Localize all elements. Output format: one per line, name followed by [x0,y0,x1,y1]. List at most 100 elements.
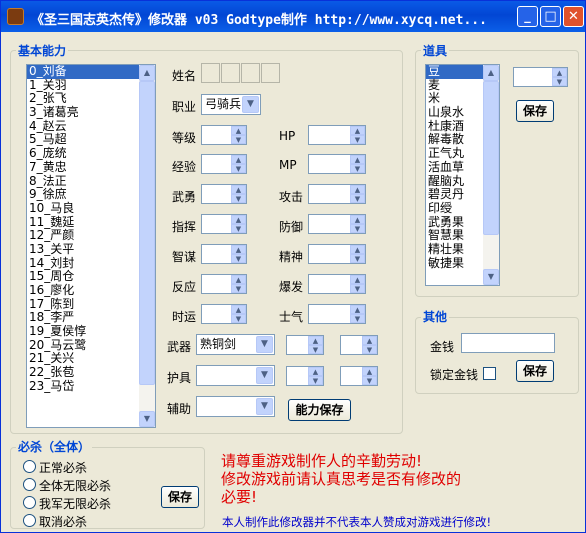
scroll-up-icon[interactable]: ▲ [139,65,155,81]
character-list-item[interactable]: 22_张苞 [27,365,155,380]
minimize-button[interactable]: _ [517,6,538,27]
spin-down-icon[interactable]: ▼ [350,164,365,173]
spin-up-icon[interactable]: ▲ [552,68,567,77]
spin-up-icon[interactable]: ▲ [231,245,246,254]
character-list-item[interactable]: 10_马良 [27,201,155,216]
spin-up-icon[interactable]: ▲ [362,336,377,345]
stat-spinner[interactable]: ▲ ▼ [201,184,247,204]
scroll-down-icon[interactable]: ▼ [483,269,499,285]
character-list[interactable]: 0_刘备 1_关羽 2_张飞 3_诸葛亮 4_赵云 5_马超 6_庞统 7_黄忠 8_法正 9_徐… [26,64,156,428]
spin-up-icon[interactable]: ▲ [231,155,246,164]
item-list[interactable]: 豆麦米山泉水 杜康酒 解毒散 正气丸 活血草 醒脑丸 碧灵丹 印绶 武勇果 智慧果 精壮果 敏捷果 ▲… [425,64,500,286]
character-list-item[interactable]: 13_关平 [27,242,155,257]
equip-spinner[interactable]: ▲ ▼ [340,366,378,386]
spin-up-icon[interactable]: ▲ [350,245,365,254]
character-list-item[interactable]: 3_诸葛亮 [27,105,155,120]
ability-save-button[interactable]: 能力保存 [288,399,351,421]
equip-spinner[interactable]: ▲ ▼ [286,366,324,386]
character-list-item[interactable]: 9_徐庶 [27,187,155,202]
scroll-thumb[interactable] [483,81,499,235]
kill-save-button[interactable]: 保存 [161,486,199,508]
stat-spinner[interactable]: ▲ ▼ [201,304,247,324]
character-list-item[interactable]: 14_刘封 [27,256,155,271]
kill-option-radio[interactable] [23,514,36,527]
stat-spinner[interactable]: ▲ ▼ [201,274,247,294]
close-button[interactable]: ✕ [563,6,584,27]
spin-down-icon[interactable]: ▼ [350,194,365,203]
character-list-item[interactable]: 6_庞统 [27,146,155,161]
stat-spinner[interactable]: ▲ ▼ [201,214,247,234]
stat-spinner[interactable]: ▲ ▼ [201,244,247,264]
spin-down-icon[interactable]: ▼ [350,224,365,233]
spin-down-icon[interactable]: ▼ [231,164,246,173]
character-list-item[interactable]: 0_刘备 [27,65,155,79]
spin-up-icon[interactable]: ▲ [350,275,365,284]
character-list-item[interactable]: 19_夏侯惇 [27,324,155,339]
job-select[interactable]: 弓骑兵 ▼ [201,94,261,115]
chevron-down-icon[interactable]: ▼ [256,398,273,415]
chevron-down-icon[interactable]: ▼ [256,336,273,353]
spin-down-icon[interactable]: ▼ [362,376,377,385]
scroll-down-icon[interactable]: ▼ [139,411,155,427]
spin-down-icon[interactable]: ▼ [350,254,365,263]
spin-down-icon[interactable]: ▼ [308,376,323,385]
other-save-button[interactable]: 保存 [516,360,554,382]
spin-up-icon[interactable]: ▲ [350,305,365,314]
spin-down-icon[interactable]: ▼ [350,314,365,323]
scroll-up-icon[interactable]: ▲ [483,65,499,81]
equip-spinner[interactable]: ▲ ▼ [286,335,324,355]
name-char-4[interactable] [261,63,280,83]
character-list-item[interactable]: 20_马云鹭 [27,338,155,353]
item-list-scrollbar[interactable]: ▲ ▼ [483,65,499,285]
spin-up-icon[interactable]: ▲ [231,185,246,194]
equip-select[interactable]: ▼ [196,365,275,386]
spin-down-icon[interactable]: ▼ [552,77,567,86]
spin-down-icon[interactable]: ▼ [231,224,246,233]
character-list-scrollbar[interactable]: ▲ ▼ [139,65,155,427]
spin-down-icon[interactable]: ▼ [350,135,365,144]
character-list-item[interactable]: 16_廖化 [27,283,155,298]
spin-up-icon[interactable]: ▲ [362,367,377,376]
character-list-item[interactable]: 15_周仓 [27,270,155,284]
stat-spinner[interactable]: ▲ ▼ [308,214,366,234]
character-list-item[interactable]: 7_黄忠 [27,160,155,175]
kill-option-radio[interactable] [23,496,36,509]
spin-up-icon[interactable]: ▲ [308,367,323,376]
character-list-item[interactable]: 2_张飞 [27,92,155,106]
name-char-3[interactable] [241,63,260,83]
spin-up-icon[interactable]: ▲ [350,215,365,224]
stat-spinner[interactable]: ▲ ▼ [308,244,366,264]
stat-spinner[interactable]: ▲ ▼ [308,125,366,145]
equip-select[interactable]: ▼ [196,396,275,417]
stat-spinner[interactable]: ▲ ▼ [308,154,366,174]
spin-up-icon[interactable]: ▲ [350,155,365,164]
spin-up-icon[interactable]: ▲ [350,185,365,194]
spin-up-icon[interactable]: ▲ [231,275,246,284]
character-list-item[interactable]: 21_关兴 [27,352,155,366]
stat-spinner[interactable]: ▲ ▼ [308,184,366,204]
maximize-button[interactable]: □ [540,6,561,27]
item-count-spinner[interactable]: ▲ ▼ [513,67,568,87]
character-list-item[interactable]: 18_李严 [27,311,155,325]
stat-spinner[interactable]: ▲ ▼ [308,304,366,324]
items-save-button[interactable]: 保存 [516,100,554,122]
spin-down-icon[interactable]: ▼ [362,345,377,354]
spin-down-icon[interactable]: ▼ [231,135,246,144]
stat-spinner[interactable]: ▲ ▼ [201,125,247,145]
spin-down-icon[interactable]: ▼ [231,194,246,203]
money-input[interactable] [461,333,555,353]
character-list-item[interactable]: 23_马岱 [27,379,155,394]
stat-spinner[interactable]: ▲ ▼ [308,274,366,294]
spin-up-icon[interactable]: ▲ [231,215,246,224]
spin-up-icon[interactable]: ▲ [231,305,246,314]
spin-down-icon[interactable]: ▼ [231,314,246,323]
spin-down-icon[interactable]: ▼ [350,284,365,293]
kill-option-radio[interactable] [23,460,36,473]
spin-up-icon[interactable]: ▲ [308,336,323,345]
spin-down-icon[interactable]: ▼ [231,254,246,263]
title-bar[interactable]: 《圣三国志英杰传》修改器 v03 Godtype制作 http://www.xy… [1,1,585,32]
spin-up-icon[interactable]: ▲ [231,126,246,135]
chevron-down-icon[interactable]: ▼ [256,367,273,384]
spin-up-icon[interactable]: ▲ [350,126,365,135]
lock-money-checkbox[interactable] [483,367,496,380]
